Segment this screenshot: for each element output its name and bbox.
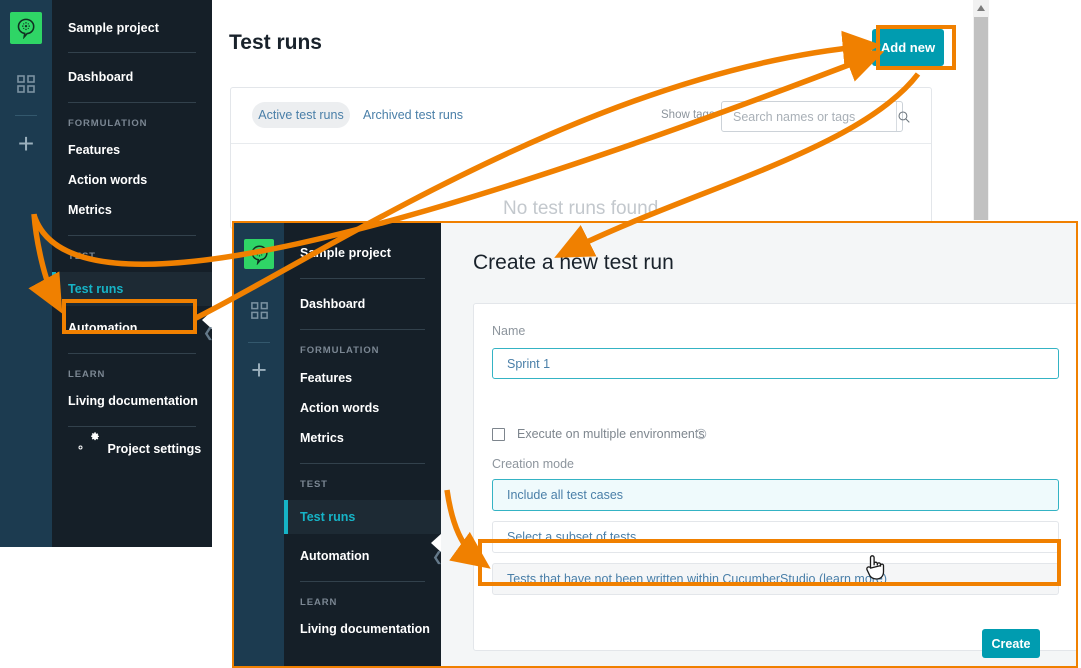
modal-form-card: Name Sprint 1 Execute on multiple enviro… <box>473 303 1076 658</box>
creation-mode-label: Creation mode <box>492 457 574 471</box>
sidebar-item-features[interactable]: Features <box>52 129 212 157</box>
sidebar-item-metrics[interactable]: Metrics <box>52 187 212 217</box>
scroll-up-arrow-icon[interactable] <box>973 0 989 16</box>
outer-icon-rail: + <box>0 0 52 547</box>
sidebar-item-features[interactable]: Features <box>284 356 441 385</box>
inner-icon-rail: + <box>234 223 284 666</box>
sidebar-item-dashboard[interactable]: Dashboard <box>52 53 212 84</box>
sidebar-project-name[interactable]: Sample project <box>284 223 441 260</box>
outer-sidebar-nav: Sample project Dashboard FORMULATION Fea… <box>52 0 214 547</box>
add-new-button[interactable]: Add new <box>872 29 944 66</box>
screenshot-root: + Sample project Dashboard FORMULATION F… <box>0 0 1081 668</box>
show-tags-label[interactable]: Show tags <box>661 109 715 121</box>
sidebar-item-living-documentation[interactable]: Living documentation <box>284 608 441 636</box>
test-runs-card: Active test runs Archived test runs Show… <box>230 87 932 229</box>
sidebar-section-formulation: FORMULATION <box>68 118 148 129</box>
sidebar-item-action-words[interactable]: Action words <box>284 385 441 415</box>
info-circle-icon[interactable]: ? <box>695 427 707 445</box>
sidebar-project-name[interactable]: Sample project <box>52 0 212 35</box>
sidebar-item-dashboard[interactable]: Dashboard <box>284 279 441 311</box>
sidebar-item-label: Test runs <box>68 282 124 296</box>
name-input[interactable]: Sprint 1 <box>492 348 1059 379</box>
grid-apps-icon[interactable] <box>16 74 36 99</box>
add-project-icon[interactable]: + <box>18 130 34 158</box>
execute-multiple-environments-label[interactable]: Execute on multiple environments <box>517 427 705 441</box>
sidebar-item-automation[interactable]: Automation <box>52 306 212 335</box>
inner-app-window: + Sample project Dashboard FORMULATION F… <box>232 221 1078 668</box>
tab-active-test-runs[interactable]: Active test runs <box>252 102 350 128</box>
execute-multiple-environments-checkbox[interactable] <box>492 428 505 441</box>
sidebar-section-learn: LEARN <box>68 369 106 380</box>
page-scrollbar[interactable] <box>973 0 989 220</box>
gear-icon <box>75 432 100 456</box>
search-icon[interactable] <box>896 102 911 131</box>
rail-divider <box>248 342 270 343</box>
cucumber-logo-icon[interactable] <box>10 12 42 44</box>
scrollbar-thumb[interactable] <box>974 17 988 220</box>
active-accent-bar <box>284 500 288 534</box>
svg-text:?: ? <box>700 432 703 439</box>
sidebar-section-learn: LEARN <box>300 597 338 608</box>
active-accent-bar <box>52 272 56 306</box>
sidebar-section-test: TEST <box>300 479 328 490</box>
rail-divider <box>15 115 37 116</box>
project-settings-label: Project settings <box>107 442 202 456</box>
option-tests-not-written[interactable]: Tests that have not been written within … <box>492 563 1059 595</box>
sidebar-item-action-words[interactable]: Action words <box>52 157 212 187</box>
option-include-all-test-cases[interactable]: Include all test cases <box>492 479 1059 511</box>
sidebar-item-living-documentation[interactable]: Living documentation <box>52 380 212 408</box>
grid-apps-icon[interactable] <box>250 301 269 325</box>
sidebar-item-label: Test runs <box>300 510 356 524</box>
sidebar-item-test-runs[interactable]: Test runs <box>52 272 212 306</box>
search-box[interactable] <box>721 101 910 132</box>
sidebar-item-automation[interactable]: Automation <box>284 534 441 563</box>
sidebar-item-test-runs[interactable]: Test runs <box>284 500 441 534</box>
add-project-icon[interactable]: + <box>251 357 267 384</box>
tab-archived-test-runs[interactable]: Archived test runs <box>363 108 463 122</box>
inner-sidebar-nav: Sample project Dashboard FORMULATION Fea… <box>284 223 443 666</box>
sidebar-item-metrics[interactable]: Metrics <box>284 415 441 445</box>
name-field-label: Name <box>492 324 526 338</box>
page-title: Test runs <box>229 31 322 54</box>
create-button[interactable]: Create <box>982 629 1040 658</box>
cucumber-logo-icon[interactable] <box>244 239 274 269</box>
empty-state-message: No test runs found <box>503 198 659 219</box>
sidebar-item-project-settings[interactable]: Project settings <box>52 427 212 456</box>
search-input[interactable] <box>722 102 896 131</box>
sidebar-section-test: TEST <box>68 251 96 262</box>
option-select-subset[interactable]: Select a subset of tests <box>492 521 1059 553</box>
create-test-run-modal: Create a new test run Name Sprint 1 Exec… <box>441 223 1076 666</box>
modal-title: Create a new test run <box>473 251 674 274</box>
sidebar-section-formulation: FORMULATION <box>300 345 380 356</box>
